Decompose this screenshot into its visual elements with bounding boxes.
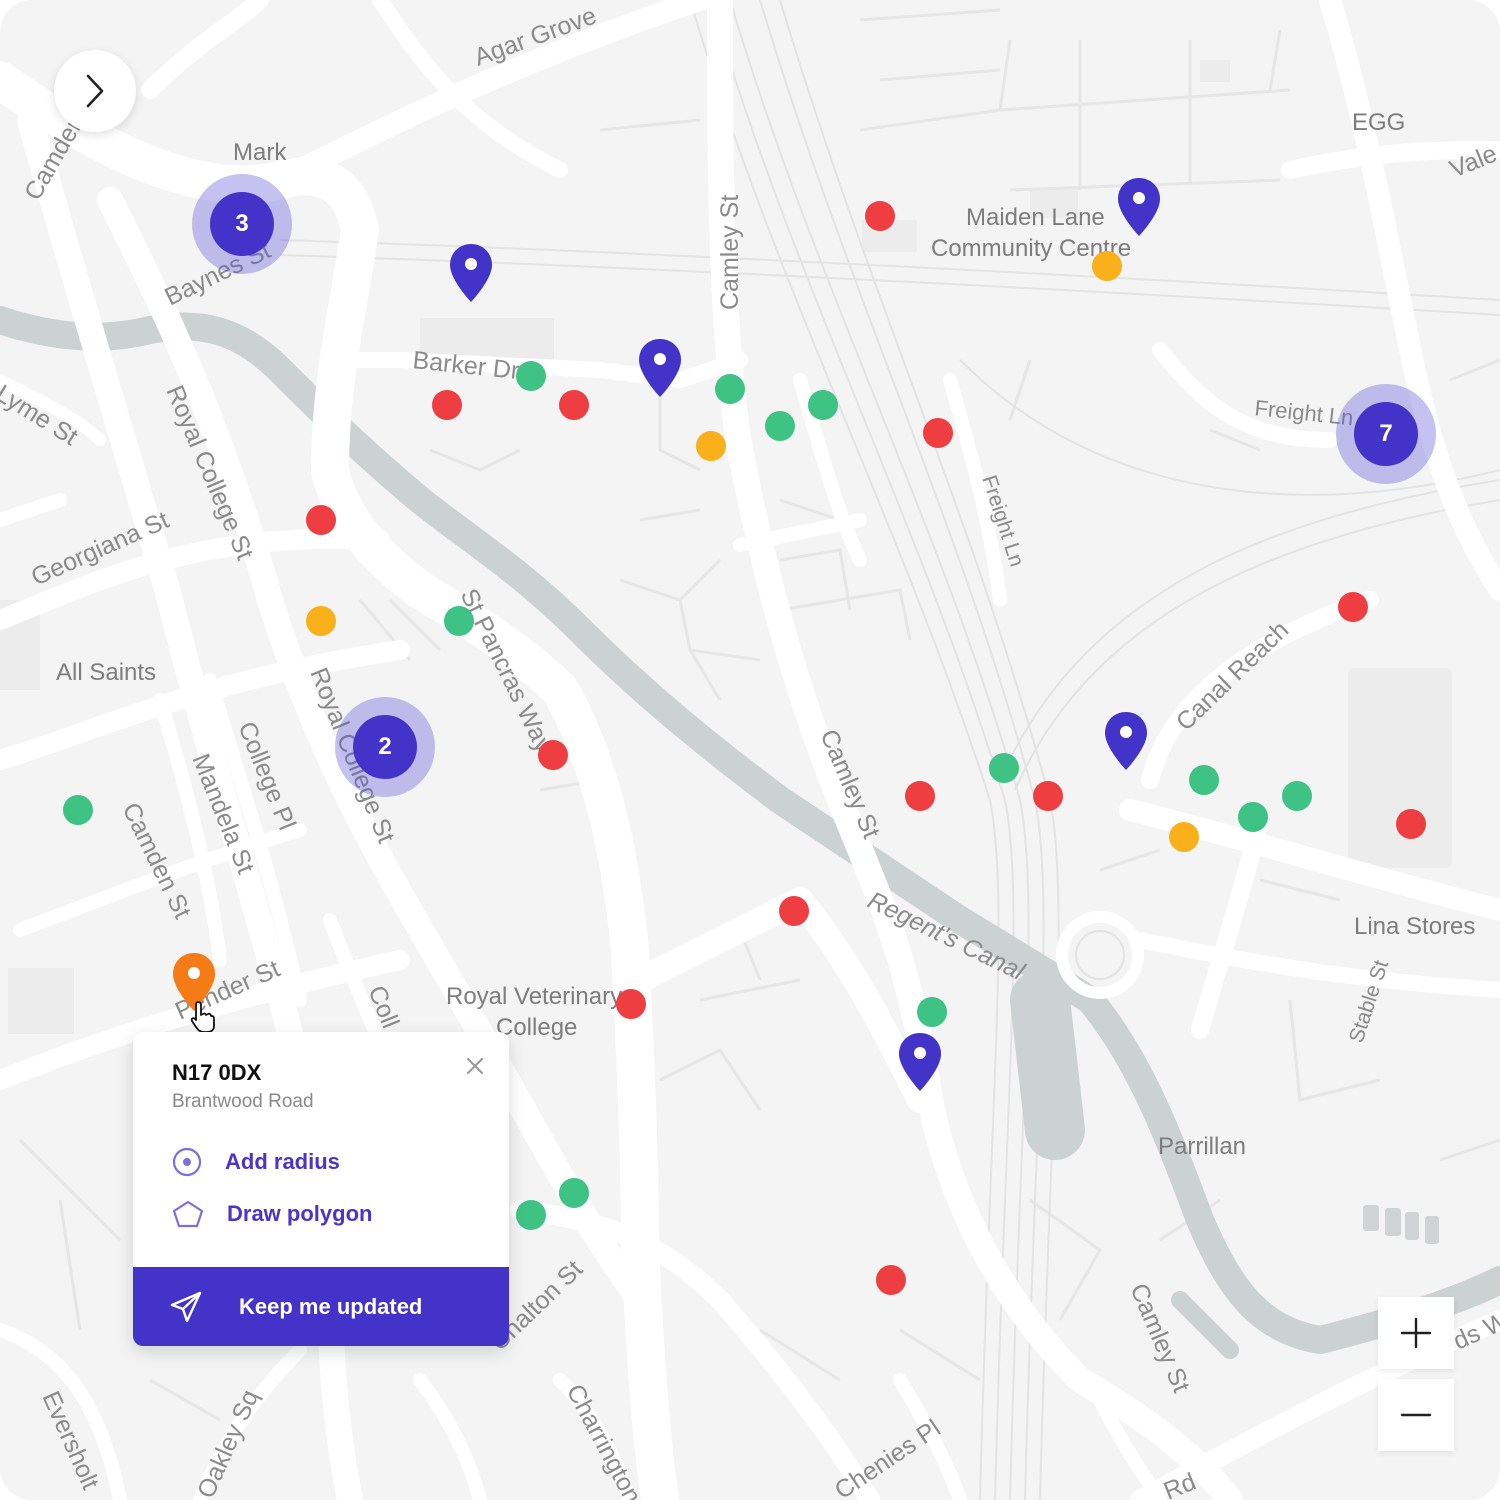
map-app: Agar Grove Camden Mark Baynes St Camley …	[0, 0, 1500, 1500]
marker-cluster[interactable]: 7	[1336, 384, 1436, 484]
status-marker[interactable]	[559, 1178, 589, 1208]
cluster-count: 3	[210, 192, 274, 256]
place-label: Royal Veterinary	[446, 983, 622, 1010]
place-label: EGG	[1352, 109, 1405, 136]
status-marker[interactable]	[989, 753, 1019, 783]
zoom-control	[1378, 1297, 1454, 1451]
place-label: Parrillan	[1158, 1133, 1246, 1160]
map-pin-icon[interactable]	[897, 1031, 943, 1093]
status-marker[interactable]	[865, 201, 895, 231]
status-marker[interactable]	[1033, 781, 1063, 811]
close-icon[interactable]	[463, 1054, 487, 1078]
location-popup: N17 0DX Brantwood Road Add radius Draw p…	[133, 1032, 509, 1346]
status-marker[interactable]	[876, 1265, 906, 1295]
marker-cluster[interactable]: 2	[335, 697, 435, 797]
expand-sidebar-button[interactable]	[54, 50, 136, 132]
status-marker[interactable]	[808, 390, 838, 420]
keep-me-updated-button[interactable]: Keep me updated	[133, 1267, 509, 1346]
place-label: College	[496, 1014, 577, 1041]
status-marker[interactable]	[538, 740, 568, 770]
add-radius-button[interactable]: Add radius	[171, 1145, 340, 1179]
status-marker[interactable]	[444, 606, 474, 636]
status-marker[interactable]	[779, 896, 809, 926]
map-pin-icon[interactable]	[1103, 710, 1149, 772]
status-marker[interactable]	[765, 411, 795, 441]
status-marker[interactable]	[559, 390, 589, 420]
street-label: Canal Reach	[1171, 616, 1294, 737]
draw-polygon-button[interactable]: Draw polygon	[171, 1197, 372, 1231]
status-marker[interactable]	[306, 505, 336, 535]
pointer-cursor-icon	[190, 1000, 216, 1034]
status-marker[interactable]	[917, 997, 947, 1027]
status-marker[interactable]	[696, 431, 726, 461]
status-marker[interactable]	[1092, 251, 1122, 281]
street-label: Camley St	[716, 195, 744, 310]
status-marker[interactable]	[905, 781, 935, 811]
street-label: Camden St	[117, 798, 197, 923]
popup-postcode: N17 0DX	[172, 1060, 262, 1085]
status-marker[interactable]	[715, 374, 745, 404]
status-marker[interactable]	[1282, 781, 1312, 811]
map-pin-icon[interactable]	[448, 242, 494, 304]
place-label: Maiden Lane	[966, 204, 1105, 231]
status-marker[interactable]	[1238, 802, 1268, 832]
minus-icon	[1400, 1413, 1432, 1417]
roundabout	[1056, 911, 1144, 999]
marker-cluster[interactable]: 3	[192, 174, 292, 274]
place-label: Mark	[233, 139, 287, 166]
status-marker[interactable]	[1189, 765, 1219, 795]
zoom-in-button[interactable]	[1378, 1297, 1454, 1369]
map-pin-icon[interactable]	[637, 337, 683, 399]
popup-street: Brantwood Road	[172, 1091, 314, 1112]
status-marker[interactable]	[923, 418, 953, 448]
radius-icon	[172, 1147, 202, 1177]
polygon-icon	[172, 1200, 204, 1228]
place-label: All Saints	[56, 659, 156, 686]
draw-polygon-label: Draw polygon	[227, 1201, 373, 1226]
zoom-out-button[interactable]	[1378, 1379, 1454, 1451]
status-marker[interactable]	[1169, 822, 1199, 852]
cluster-count: 2	[353, 715, 417, 779]
send-icon	[170, 1291, 202, 1322]
keep-me-updated-label: Keep me updated	[239, 1293, 423, 1319]
status-marker[interactable]	[63, 795, 93, 825]
status-marker[interactable]	[1396, 809, 1426, 839]
street-label: Oakley Sq	[192, 1386, 264, 1500]
chevron-right-icon	[86, 74, 104, 108]
cluster-count: 7	[1354, 402, 1418, 466]
status-marker[interactable]	[432, 390, 462, 420]
map-pin-icon[interactable]	[1116, 176, 1162, 238]
status-marker[interactable]	[306, 606, 336, 636]
status-marker[interactable]	[616, 989, 646, 1019]
status-marker[interactable]	[516, 1200, 546, 1230]
street-label: ds W	[1449, 1307, 1500, 1356]
status-marker[interactable]	[516, 361, 546, 391]
plus-icon	[1400, 1317, 1432, 1349]
place-label: Lina Stores	[1354, 913, 1475, 940]
add-radius-label: Add radius	[225, 1149, 340, 1174]
status-marker[interactable]	[1338, 592, 1368, 622]
